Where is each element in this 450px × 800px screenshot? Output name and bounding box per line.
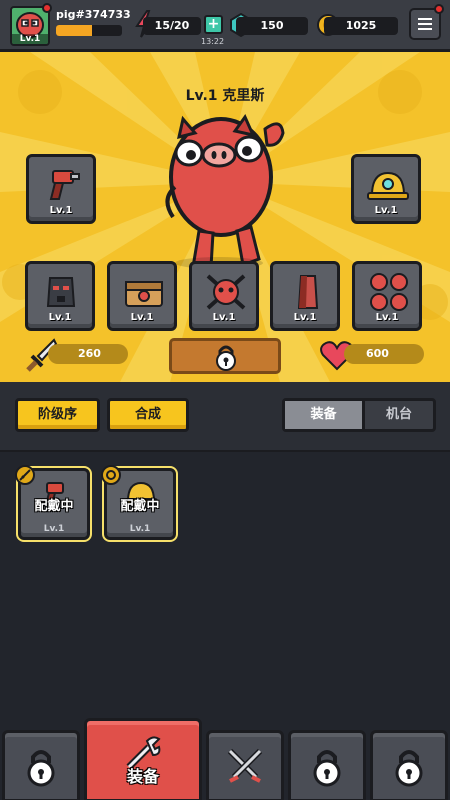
slot-weapon[interactable]: Lv.1 bbox=[26, 154, 96, 224]
add-energy-button[interactable]: + bbox=[204, 15, 223, 34]
attack-value: 260 bbox=[48, 344, 128, 364]
slot-mask-level: Lv.1 bbox=[48, 312, 72, 323]
gas-mask-icon bbox=[46, 277, 76, 307]
pig-faces-icon bbox=[370, 273, 408, 311]
player-id: pig#374733 bbox=[56, 8, 131, 21]
player-level: Lv.1 bbox=[12, 34, 48, 44]
nav-locked-3[interactable] bbox=[370, 730, 448, 800]
equipped-badge-icon bbox=[15, 465, 35, 485]
bottom-navigation: 装备 bbox=[0, 718, 450, 800]
equipped-label: 配戴中 bbox=[34, 499, 74, 514]
sort-button[interactable]: 阶级序 bbox=[15, 398, 100, 432]
energy-timer: 13:22 bbox=[201, 37, 225, 46]
xp-fill bbox=[56, 25, 93, 36]
treasure-chest-icon bbox=[125, 281, 163, 307]
slot-helmet[interactable]: Lv.1 bbox=[351, 154, 421, 224]
inventory-item[interactable]: 配戴中 Lv.1 bbox=[15, 465, 90, 540]
slot-shield-level: Lv.1 bbox=[293, 312, 317, 323]
tab-equipment[interactable]: 装备 bbox=[285, 401, 365, 429]
nav-equipment[interactable]: 装备 bbox=[84, 718, 202, 800]
slot-shield[interactable]: Lv.1 bbox=[270, 261, 340, 331]
slot-emblem-level: Lv.1 bbox=[212, 312, 236, 323]
drill-gun-icon bbox=[49, 170, 80, 200]
lock-icon bbox=[216, 345, 236, 371]
pig-character[interactable] bbox=[163, 107, 288, 277]
slot-mask[interactable]: Lv.1 bbox=[25, 261, 95, 331]
hard-hat-icon bbox=[367, 171, 409, 200]
slot-pigs-level: Lv.1 bbox=[375, 312, 399, 323]
crossed-swords-icon bbox=[227, 748, 263, 783]
pig-skull-emblem-icon bbox=[206, 274, 246, 310]
xp-bar bbox=[56, 25, 122, 36]
gem-counter: 150 bbox=[236, 17, 308, 35]
inventory-grid: 配戴中 Lv.1 配戴中 Lv.1 bbox=[0, 454, 450, 718]
equipped-label: 配戴中 bbox=[120, 499, 160, 514]
character-panel: Lv.1 克里斯 Lv.1 Lv.1 Lv.1 Lv.1 Lv.1 Lv.1 L… bbox=[0, 52, 450, 382]
menu-notification-dot bbox=[434, 4, 444, 14]
slot-emblem[interactable]: Lv.1 bbox=[189, 261, 259, 331]
category-toggle: 装备 机台 bbox=[282, 398, 436, 432]
item-level: Lv.1 bbox=[43, 524, 65, 534]
item-level: Lv.1 bbox=[129, 524, 151, 534]
health-value: 600 bbox=[344, 344, 424, 364]
lock-icon bbox=[313, 750, 341, 787]
lock-icon bbox=[27, 750, 55, 787]
top-status-bar: Lv.1 pig#374733 15/20 + 13:22 150 1025 bbox=[0, 0, 450, 52]
slot-chest-level: Lv.1 bbox=[130, 312, 154, 323]
nav-equipment-label: 装备 bbox=[126, 767, 159, 786]
inventory-toolbar: 阶级序 合成 装备 机台 bbox=[0, 382, 450, 452]
nav-battle[interactable] bbox=[206, 730, 284, 800]
tab-machine[interactable]: 机台 bbox=[365, 401, 433, 429]
energy-counter: 15/20 bbox=[143, 17, 201, 35]
nav-locked-2[interactable] bbox=[288, 730, 366, 800]
equipped-badge-icon bbox=[101, 465, 121, 485]
lock-icon bbox=[395, 750, 423, 787]
slot-pigs[interactable]: Lv.1 bbox=[352, 261, 422, 331]
locked-slot-bar[interactable] bbox=[169, 338, 281, 374]
slot-helmet-level: Lv.1 bbox=[374, 205, 398, 216]
slot-chest[interactable]: Lv.1 bbox=[107, 261, 177, 331]
inventory-item[interactable]: 配戴中 Lv.1 bbox=[101, 465, 176, 540]
avatar-notification-dot bbox=[42, 3, 52, 13]
shield-icon bbox=[297, 275, 319, 309]
nav-locked-1[interactable] bbox=[2, 730, 80, 800]
merge-button[interactable]: 合成 bbox=[107, 398, 189, 432]
slot-weapon-level: Lv.1 bbox=[49, 205, 73, 216]
coin-counter: 1025 bbox=[324, 17, 398, 35]
character-title: Lv.1 克里斯 bbox=[185, 88, 265, 104]
